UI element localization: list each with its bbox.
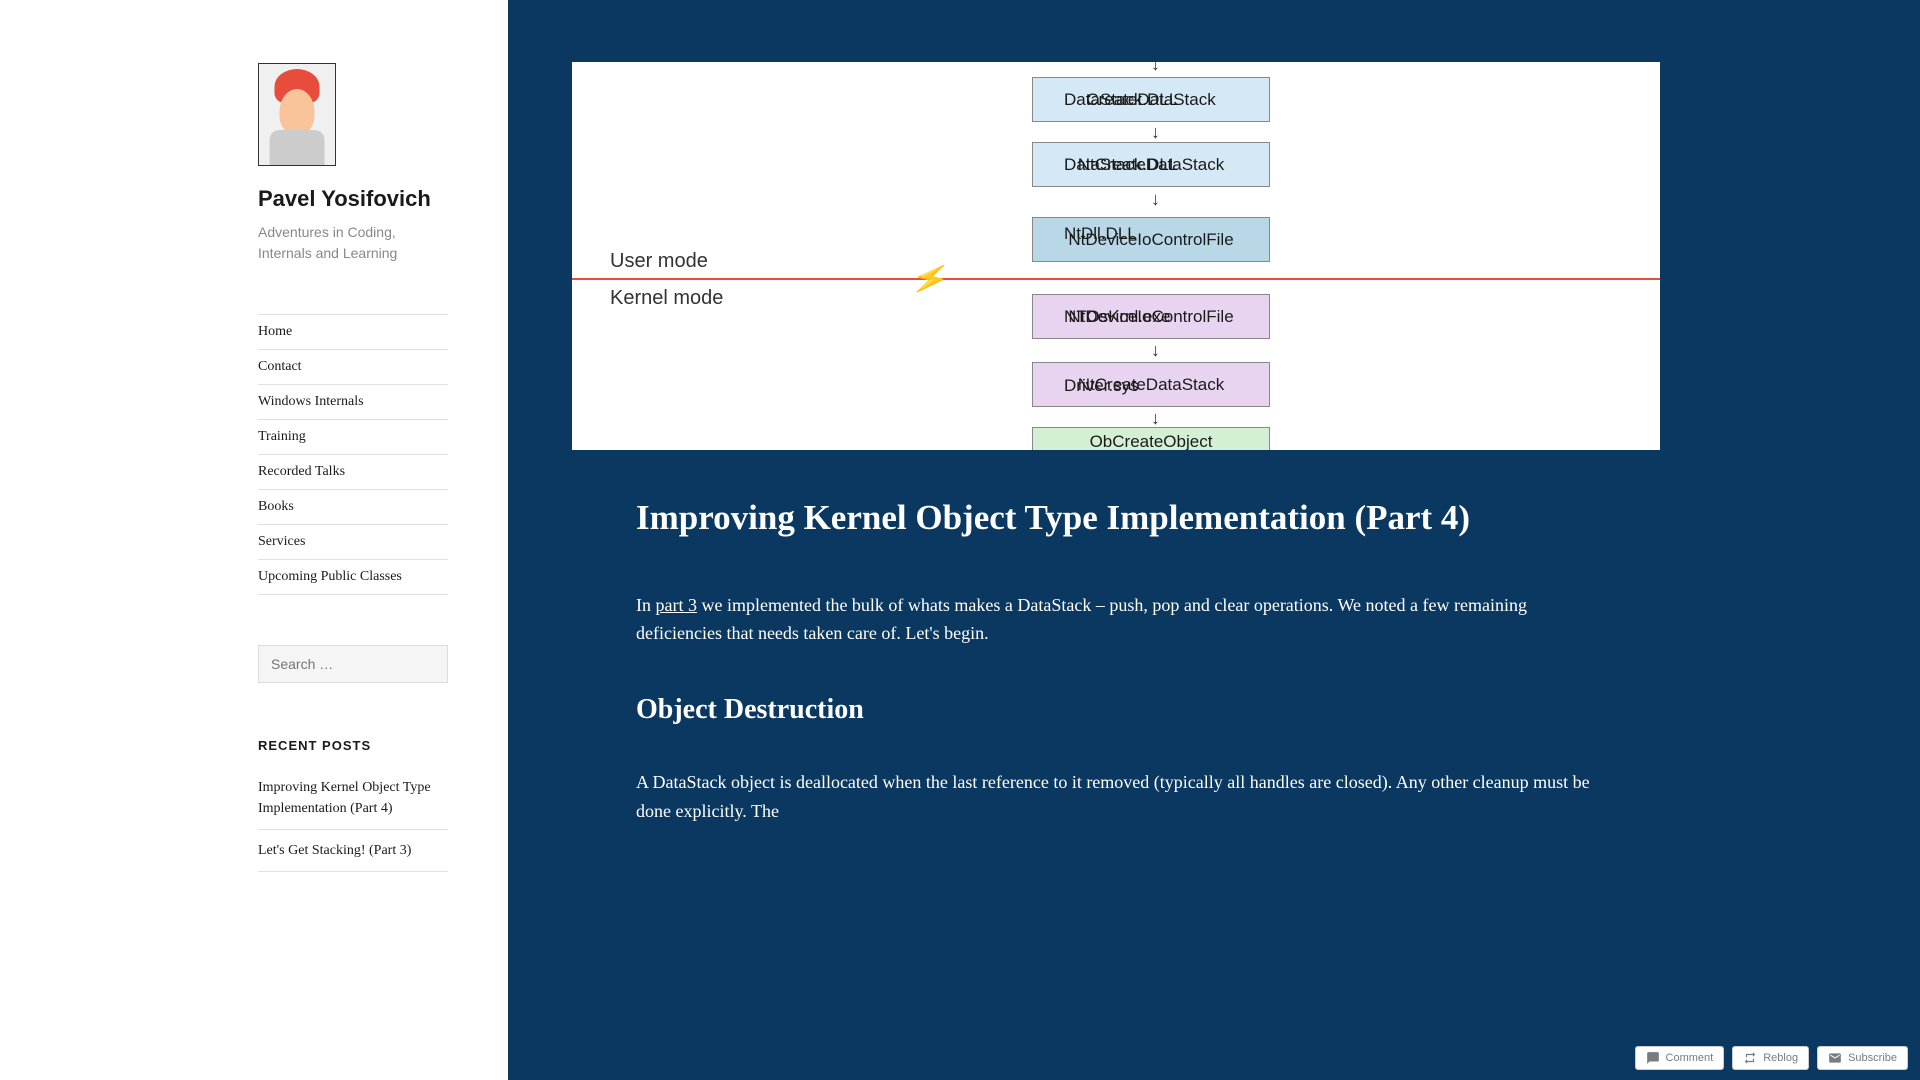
diagram-label: NtDll.DLL [1064,224,1137,244]
nav-item-recorded-talks: Recorded Talks [258,455,448,490]
article-body: In part 3 we implemented the bulk of wha… [636,591,1596,826]
sidebar: Pavel Yosifovich Adventures in Coding, I… [0,0,508,1080]
nav-link-training[interactable]: Training [258,420,448,454]
diagram-label: DataStack.DLL [1064,155,1178,175]
diagram-label: NTOsKrnl.exe [1064,307,1170,327]
avatar[interactable] [258,63,336,166]
arrow-down-icon: ↓ [1151,122,1160,143]
arrow-down-icon: ↓ [1151,340,1160,361]
kernel-mode-label: Kernel mode [610,287,723,310]
recent-post-link[interactable]: Let's Get Stacking! (Part 3) [258,843,411,858]
article-intro: In part 3 we implemented the bulk of wha… [636,591,1596,649]
section-body: A DataStack object is deallocated when t… [636,768,1596,826]
arrow-down-icon: ↓ [1151,62,1160,75]
nav-link-upcoming-classes[interactable]: Upcoming Public Classes [258,560,448,594]
section-title: Object Destruction [636,688,1596,733]
nav-item-contact: Contact [258,350,448,385]
comment-icon [1646,1051,1660,1065]
nav-item-home: Home [258,315,448,350]
subscribe-button[interactable]: Subscribe [1817,1046,1908,1070]
nav-menu: Home Contact Windows Internals Training … [258,314,448,595]
diagram-label: DataStack.DLL [1064,90,1178,110]
avatar-image [259,64,335,165]
diagram-label: Driver.sys [1064,376,1139,396]
nav-item-services: Services [258,525,448,560]
recent-post-link[interactable]: Improving Kernel Object Type Implementat… [258,780,431,816]
lightning-icon: ⚡ [908,258,953,301]
recent-posts-heading: RECENT POSTS [258,738,448,753]
nav-link-services[interactable]: Services [258,525,448,559]
nav-item-upcoming-classes: Upcoming Public Classes [258,560,448,595]
nav-item-windows-internals: Windows Internals [258,385,448,420]
featured-diagram: CreateDataStack NtCreateDataStack NtDevi… [572,62,1660,450]
comment-label: Comment [1666,1052,1714,1064]
article-title: Improving Kernel Object Type Implementat… [636,495,1596,541]
subscribe-label: Subscribe [1848,1052,1897,1064]
nav-item-books: Books [258,490,448,525]
intro-text: In [636,595,656,615]
footer-actions: Comment Reblog Subscribe [1635,1046,1908,1070]
arrow-down-icon: ↓ [1151,189,1160,210]
comment-button[interactable]: Comment [1635,1046,1725,1070]
search-input[interactable] [258,645,448,683]
nav-link-books[interactable]: Books [258,490,448,524]
reblog-icon [1743,1051,1757,1065]
nav-link-windows-internals[interactable]: Windows Internals [258,385,448,419]
arrow-down-icon: ↓ [1151,408,1160,429]
article: Improving Kernel Object Type Implementat… [572,450,1660,825]
subscribe-icon [1828,1051,1842,1065]
nav-link-home[interactable]: Home [258,315,448,349]
recent-post-item: Let's Get Stacking! (Part 3) [258,830,448,872]
nav-link-contact[interactable]: Contact [258,350,448,384]
recent-post-item: Improving Kernel Object Type Implementat… [258,777,448,830]
reblog-label: Reblog [1763,1052,1798,1064]
mode-divider [572,278,1660,280]
reblog-button[interactable]: Reblog [1732,1046,1809,1070]
site-tagline: Adventures in Coding, Internals and Lear… [258,222,448,264]
recent-posts-list: Improving Kernel Object Type Implementat… [258,777,448,872]
site-title-link[interactable]: Pavel Yosifovich [258,186,431,211]
main-content: CreateDataStack NtCreateDataStack NtDevi… [508,0,1920,1080]
nav-link-recorded-talks[interactable]: Recorded Talks [258,455,448,489]
intro-text: we implemented the bulk of whats makes a… [636,595,1527,644]
nav-item-training: Training [258,420,448,455]
user-mode-label: User mode [610,250,708,273]
diagram-box: ObCreateObject [1032,427,1270,450]
site-title: Pavel Yosifovich [258,186,448,212]
part-3-link[interactable]: part 3 [656,595,697,615]
